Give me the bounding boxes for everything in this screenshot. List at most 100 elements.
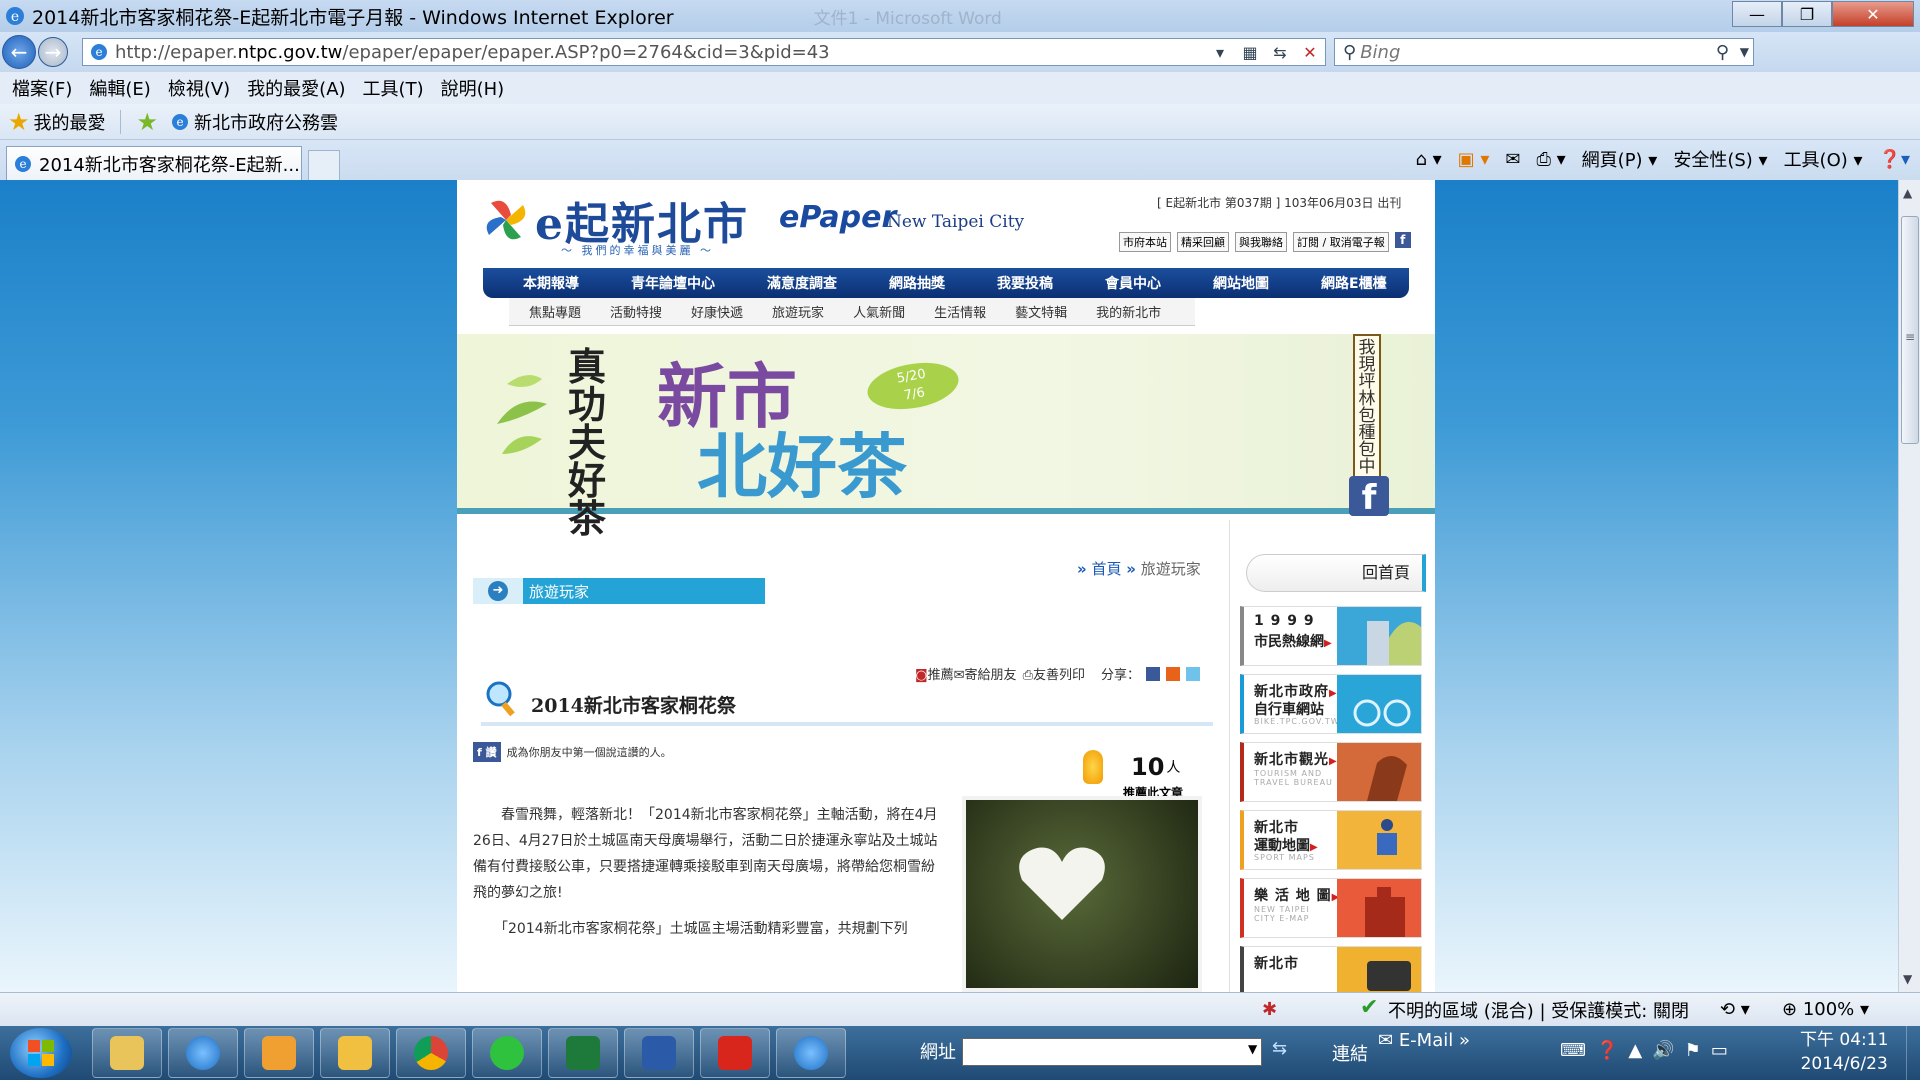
- link-review[interactable]: 精采回顧: [1177, 232, 1229, 252]
- recommend-counter[interactable]: 10 人 推薦此文章: [1083, 750, 1183, 800]
- safety-menu[interactable]: 安全性(S) ▾: [1673, 146, 1767, 172]
- taskbar-line[interactable]: [472, 1028, 542, 1078]
- taskbar-excel[interactable]: [548, 1028, 618, 1078]
- search-go-icon[interactable]: ⚲: [1716, 42, 1729, 63]
- tray-expand-icon[interactable]: ▲: [1628, 1040, 1642, 1061]
- volume-icon[interactable]: 🔊: [1652, 1040, 1674, 1061]
- link-city-site[interactable]: 市府本站: [1119, 232, 1171, 252]
- menu-view[interactable]: 檢視(V): [168, 75, 230, 101]
- tile-new-taipei[interactable]: 新北市: [1240, 946, 1422, 992]
- forward-button[interactable]: →: [38, 37, 68, 67]
- link-subscribe[interactable]: 訂閱 / 取消電子報: [1293, 232, 1389, 252]
- nav-e-counter[interactable]: 網路E櫃檯: [1321, 273, 1387, 293]
- taskbar-ie[interactable]: [168, 1028, 238, 1078]
- menu-file[interactable]: 檔案(F): [12, 75, 72, 101]
- nav-current-issue[interactable]: 本期報導: [523, 273, 579, 293]
- subnav-my-city[interactable]: 我的新北市: [1096, 302, 1161, 321]
- taskbar-media[interactable]: [244, 1028, 314, 1078]
- taskbar-word[interactable]: [624, 1028, 694, 1078]
- tile-lohas-map[interactable]: 樂 活 地 圖▶ NEW TAIPEI CITY E-MAP: [1240, 878, 1422, 938]
- tile-sport-map[interactable]: 新北市 運動地圖▶ SPORT MAPS: [1240, 810, 1422, 870]
- feeds-icon[interactable]: ▣ ▾: [1458, 149, 1490, 170]
- minimize-button[interactable]: —: [1732, 1, 1782, 27]
- taskbar-outlook[interactable]: [320, 1028, 390, 1078]
- recommend-link[interactable]: ◙推薦: [915, 664, 954, 683]
- mail-icon[interactable]: ✉: [1505, 149, 1520, 170]
- tile-bike[interactable]: 新北市政府▶ 自行車網站 BIKE.TPC.GOV.TW: [1240, 674, 1422, 734]
- search-field[interactable]: ⚲ Bing ⚲ ▼: [1334, 38, 1754, 66]
- favorite-item[interactable]: e 新北市政府公務雲: [170, 109, 338, 135]
- scroll-down-icon[interactable]: ▼: [1903, 972, 1912, 986]
- share-twitter-icon[interactable]: [1186, 666, 1200, 681]
- scroll-up-icon[interactable]: ▲: [1903, 186, 1912, 200]
- subnav-arts[interactable]: 藝文特輯: [1015, 302, 1067, 321]
- search-dropdown-icon[interactable]: ▼: [1740, 45, 1749, 59]
- subnav-living[interactable]: 生活情報: [934, 302, 986, 321]
- help-icon[interactable]: ❓▾: [1879, 149, 1910, 170]
- tile-1999[interactable]: 1 9 9 9 市民熱線網▶: [1240, 606, 1422, 666]
- refresh-icon[interactable]: ⇆: [1265, 43, 1295, 62]
- share-plurk-icon[interactable]: [1166, 666, 1180, 681]
- zoom-settings-icon[interactable]: ⟲ ▾: [1720, 999, 1750, 1020]
- nav-youth-forum[interactable]: 青年論壇中心: [631, 273, 715, 293]
- banner-facebook-icon[interactable]: f: [1349, 476, 1389, 518]
- taskbar-go-icon[interactable]: ⇆: [1272, 1038, 1287, 1059]
- nav-member[interactable]: 會員中心: [1105, 273, 1161, 293]
- taskbar-acrobat[interactable]: [700, 1028, 770, 1078]
- tools-menu[interactable]: 工具(O) ▾: [1784, 146, 1863, 172]
- new-tab-button[interactable]: [308, 150, 340, 180]
- security-report-icon[interactable]: ✱: [1262, 999, 1277, 1020]
- favorites-button[interactable]: ★ 我的最愛: [8, 108, 106, 136]
- show-desktop-button[interactable]: [1906, 1026, 1920, 1080]
- menu-edit[interactable]: 編輯(E): [89, 75, 150, 101]
- page-menu[interactable]: 網頁(P) ▾: [1582, 146, 1658, 172]
- menu-help[interactable]: 說明(H): [441, 75, 505, 101]
- subnav-deals[interactable]: 好康快遞: [691, 302, 743, 321]
- tea-banner[interactable]: 真功夫好茶 新市 北好茶 5/20 7/6 我現坪林包種包中 f: [457, 334, 1435, 538]
- nav-submit[interactable]: 我要投稿: [997, 273, 1053, 293]
- home-icon[interactable]: ⌂ ▾: [1415, 149, 1441, 170]
- stop-icon[interactable]: ✕: [1295, 43, 1325, 62]
- taskbar-chrome[interactable]: [396, 1028, 466, 1078]
- mail-friend-link[interactable]: ✉寄給朋友: [954, 664, 1017, 683]
- back-button[interactable]: ←: [2, 35, 36, 69]
- address-field[interactable]: e http://epaper.ntpc.gov.tw/epaper/epape…: [82, 38, 1326, 66]
- vertical-scrollbar[interactable]: ▲ ≡ ▼: [1898, 180, 1920, 992]
- network-icon[interactable]: ▭: [1711, 1040, 1728, 1061]
- facebook-like-button[interactable]: f 讚: [473, 742, 501, 762]
- taskbar-address-input[interactable]: [962, 1038, 1262, 1066]
- taskbar-ie-2[interactable]: [776, 1028, 846, 1078]
- help-tray-icon[interactable]: ❓: [1596, 1040, 1618, 1061]
- add-favorite-button[interactable]: ★: [137, 108, 163, 136]
- maximize-button[interactable]: ❐: [1782, 1, 1832, 27]
- menu-favorites[interactable]: 我的最愛(A): [247, 75, 345, 101]
- tab-active[interactable]: e 2014新北市客家桐花祭-E起新...: [6, 146, 302, 180]
- taskbar-links-label[interactable]: 連結: [1332, 1040, 1368, 1066]
- zone-text[interactable]: 不明的區域 (混合) | 受保護模式: 關閉: [1388, 997, 1689, 1023]
- menu-tools[interactable]: 工具(T): [363, 75, 424, 101]
- nav-lottery[interactable]: 網路抽獎: [889, 273, 945, 293]
- close-button[interactable]: ✕: [1832, 1, 1914, 27]
- keyboard-icon[interactable]: ⌨: [1560, 1040, 1586, 1061]
- subnav-popular[interactable]: 人氣新聞: [853, 302, 905, 321]
- subnav-travel[interactable]: 旅遊玩家: [772, 302, 824, 321]
- taskbar-address-dropdown-icon[interactable]: ▼: [1248, 1042, 1257, 1056]
- share-facebook-icon[interactable]: [1146, 666, 1160, 681]
- home-button[interactable]: 回首頁: [1246, 554, 1426, 592]
- compatibility-view-icon[interactable]: ▦: [1235, 43, 1265, 62]
- tile-tourism[interactable]: 新北市觀光▶ TOURISM AND TRAVEL BUREAU: [1240, 742, 1422, 802]
- subnav-focus[interactable]: 焦點專題: [529, 302, 581, 321]
- nav-sitemap[interactable]: 網站地圖: [1213, 273, 1269, 293]
- start-button[interactable]: [10, 1028, 72, 1078]
- link-contact[interactable]: 與我聯絡: [1235, 232, 1287, 252]
- nav-survey[interactable]: 滿意度調查: [767, 273, 837, 293]
- taskbar-explorer[interactable]: [92, 1028, 162, 1078]
- action-center-flag-icon[interactable]: ⚑: [1685, 1040, 1701, 1061]
- print-link[interactable]: ⎙友善列印: [1023, 664, 1085, 683]
- address-dropdown-icon[interactable]: ▾: [1205, 43, 1235, 62]
- taskbar-email[interactable]: ✉ E-Mail »: [1378, 1030, 1470, 1051]
- subnav-events[interactable]: 活動特搜: [610, 302, 662, 321]
- breadcrumb-home[interactable]: 首頁: [1091, 560, 1121, 578]
- zoom-level[interactable]: ⊕ 100% ▾: [1782, 999, 1869, 1020]
- facebook-icon[interactable]: f: [1394, 232, 1411, 248]
